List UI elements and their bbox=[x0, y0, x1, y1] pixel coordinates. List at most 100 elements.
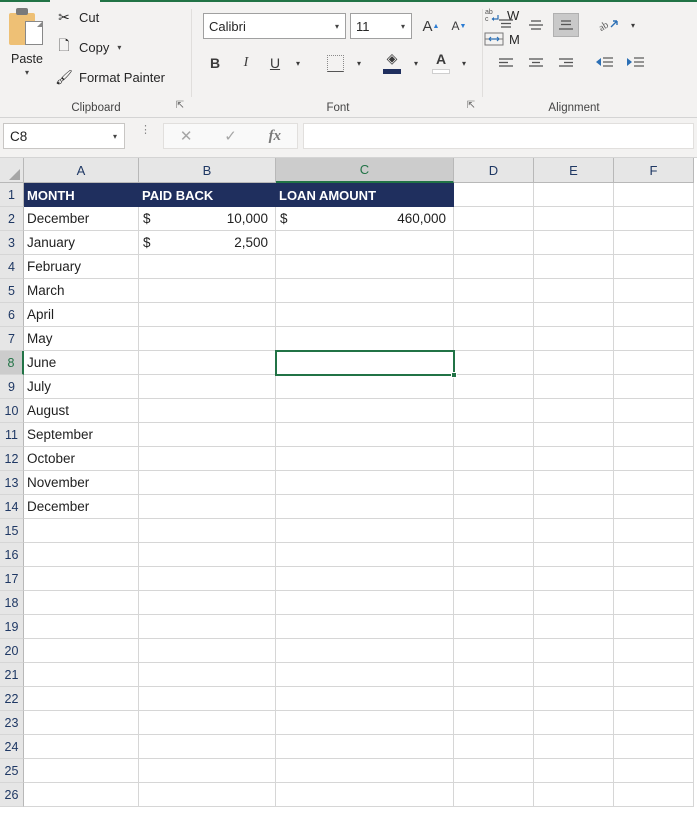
cell-E11[interactable] bbox=[534, 423, 614, 447]
cell-C20[interactable] bbox=[276, 639, 454, 663]
font-color-button[interactable]: A bbox=[427, 49, 455, 75]
cell-C6[interactable] bbox=[276, 303, 454, 327]
cell-D1[interactable] bbox=[454, 183, 534, 207]
orientation-button[interactable]: ab bbox=[594, 13, 624, 37]
cell-A22[interactable] bbox=[24, 687, 139, 711]
cell-C15[interactable] bbox=[276, 519, 454, 543]
cell-F25[interactable] bbox=[614, 759, 694, 783]
cell-B11[interactable] bbox=[139, 423, 276, 447]
row-header-24[interactable]: 24 bbox=[0, 735, 24, 759]
cell-E17[interactable] bbox=[534, 567, 614, 591]
cell-D3[interactable] bbox=[454, 231, 534, 255]
cell-F18[interactable] bbox=[614, 591, 694, 615]
cell-B2[interactable]: $10,000 bbox=[139, 207, 276, 231]
borders-chevron-down-icon[interactable]: ▾ bbox=[350, 51, 368, 75]
cell-E18[interactable] bbox=[534, 591, 614, 615]
row-header-4[interactable]: 4 bbox=[0, 255, 24, 279]
cell-D26[interactable] bbox=[454, 783, 534, 807]
paste-button[interactable]: Paste ▾ bbox=[4, 5, 50, 89]
cell-E16[interactable] bbox=[534, 543, 614, 567]
borders-button[interactable] bbox=[321, 51, 349, 75]
row-header-26[interactable]: 26 bbox=[0, 783, 24, 807]
decrease-indent-button[interactable] bbox=[592, 51, 618, 75]
header-cell-A1[interactable]: MONTH bbox=[24, 183, 139, 207]
cell-B7[interactable] bbox=[139, 327, 276, 351]
italic-button[interactable]: I bbox=[234, 51, 258, 75]
cell-F10[interactable] bbox=[614, 399, 694, 423]
cell-A9[interactable]: July bbox=[24, 375, 139, 399]
align-bottom-button[interactable] bbox=[553, 13, 579, 37]
row-header-3[interactable]: 3 bbox=[0, 231, 24, 255]
row-header-18[interactable]: 18 bbox=[0, 591, 24, 615]
row-header-15[interactable]: 15 bbox=[0, 519, 24, 543]
cell-A15[interactable] bbox=[24, 519, 139, 543]
cell-C14[interactable] bbox=[276, 495, 454, 519]
cell-D4[interactable] bbox=[454, 255, 534, 279]
cell-A11[interactable]: September bbox=[24, 423, 139, 447]
row-header-20[interactable]: 20 bbox=[0, 639, 24, 663]
cell-E25[interactable] bbox=[534, 759, 614, 783]
format-painter-button[interactable]: 🖌 Format Painter bbox=[52, 65, 165, 89]
cell-A13[interactable]: November bbox=[24, 471, 139, 495]
cell-E12[interactable] bbox=[534, 447, 614, 471]
cell-E2[interactable] bbox=[534, 207, 614, 231]
align-left-button[interactable] bbox=[493, 51, 519, 75]
select-all-button[interactable] bbox=[0, 158, 24, 183]
cell-B25[interactable] bbox=[139, 759, 276, 783]
cell-E5[interactable] bbox=[534, 279, 614, 303]
cell-B15[interactable] bbox=[139, 519, 276, 543]
cell-F9[interactable] bbox=[614, 375, 694, 399]
cell-F8[interactable] bbox=[614, 351, 694, 375]
bold-button[interactable]: B bbox=[203, 51, 227, 75]
formula-bar-more-icon[interactable]: ⋮ bbox=[140, 125, 151, 146]
cell-E6[interactable] bbox=[534, 303, 614, 327]
fill-color-button[interactable]: ◈ bbox=[378, 49, 406, 75]
cell-D9[interactable] bbox=[454, 375, 534, 399]
cell-D2[interactable] bbox=[454, 207, 534, 231]
cell-E9[interactable] bbox=[534, 375, 614, 399]
column-header-a[interactable]: A bbox=[24, 158, 139, 183]
cell-B13[interactable] bbox=[139, 471, 276, 495]
align-right-button[interactable] bbox=[553, 51, 579, 75]
row-header-25[interactable]: 25 bbox=[0, 759, 24, 783]
cell-E3[interactable] bbox=[534, 231, 614, 255]
cell-D22[interactable] bbox=[454, 687, 534, 711]
row-header-19[interactable]: 19 bbox=[0, 615, 24, 639]
cell-B9[interactable] bbox=[139, 375, 276, 399]
cell-F3[interactable] bbox=[614, 231, 694, 255]
cell-B17[interactable] bbox=[139, 567, 276, 591]
row-header-22[interactable]: 22 bbox=[0, 687, 24, 711]
row-header-8[interactable]: 8 bbox=[0, 351, 24, 375]
cell-E15[interactable] bbox=[534, 519, 614, 543]
cell-C9[interactable] bbox=[276, 375, 454, 399]
cell-C24[interactable] bbox=[276, 735, 454, 759]
row-header-13[interactable]: 13 bbox=[0, 471, 24, 495]
cell-E26[interactable] bbox=[534, 783, 614, 807]
cell-B19[interactable] bbox=[139, 615, 276, 639]
font-color-chevron-down-icon[interactable]: ▾ bbox=[455, 51, 473, 75]
cell-A6[interactable]: April bbox=[24, 303, 139, 327]
cell-A2[interactable]: December bbox=[24, 207, 139, 231]
cell-E19[interactable] bbox=[534, 615, 614, 639]
column-header-c[interactable]: C bbox=[276, 158, 454, 183]
cell-B24[interactable] bbox=[139, 735, 276, 759]
row-header-6[interactable]: 6 bbox=[0, 303, 24, 327]
fill-color-chevron-down-icon[interactable]: ▾ bbox=[407, 51, 425, 75]
cell-A20[interactable] bbox=[24, 639, 139, 663]
underline-chevron-down-icon[interactable]: ▾ bbox=[289, 51, 307, 75]
cell-F4[interactable] bbox=[614, 255, 694, 279]
cell-B23[interactable] bbox=[139, 711, 276, 735]
cell-D23[interactable] bbox=[454, 711, 534, 735]
cell-F22[interactable] bbox=[614, 687, 694, 711]
cell-F6[interactable] bbox=[614, 303, 694, 327]
cell-D18[interactable] bbox=[454, 591, 534, 615]
cell-E8[interactable] bbox=[534, 351, 614, 375]
cell-D17[interactable] bbox=[454, 567, 534, 591]
cell-D16[interactable] bbox=[454, 543, 534, 567]
cell-A12[interactable]: October bbox=[24, 447, 139, 471]
cell-A23[interactable] bbox=[24, 711, 139, 735]
cell-B18[interactable] bbox=[139, 591, 276, 615]
cell-D5[interactable] bbox=[454, 279, 534, 303]
underline-button[interactable]: U bbox=[263, 51, 287, 75]
cell-F5[interactable] bbox=[614, 279, 694, 303]
